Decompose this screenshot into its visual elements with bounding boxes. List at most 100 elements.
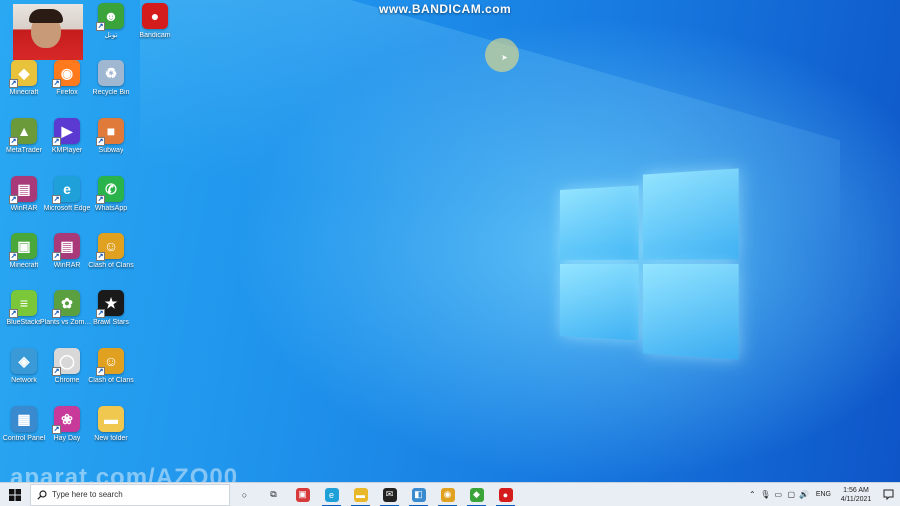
taskbar-app-button[interactable]: ▬ bbox=[346, 483, 375, 506]
app-icon: ▣ ↗ bbox=[9, 233, 37, 261]
app-icon: ✆ ↗ bbox=[96, 176, 124, 204]
desktop-icon[interactable]: ▶ ↗ KMPlayer bbox=[43, 118, 91, 172]
notification-center-button[interactable] bbox=[876, 489, 900, 500]
app-icon: ▶ ↗ bbox=[52, 118, 80, 146]
microphone-icon[interactable]: 🎙 bbox=[759, 483, 772, 506]
taskbar-search-box[interactable]: Type here to search bbox=[30, 483, 230, 506]
app-icon: ✿ ↗ bbox=[52, 290, 80, 318]
taskbar-app-icon: ● bbox=[498, 487, 513, 502]
desktop-icon[interactable]: ▤ ↗ WinRAR bbox=[43, 233, 91, 287]
taskbar-app-button[interactable]: e bbox=[317, 483, 346, 506]
desktop-icon[interactable]: ● Bandicam bbox=[131, 3, 179, 57]
clock-date: 4/11/2021 bbox=[840, 495, 872, 503]
shortcut-arrow-icon: ↗ bbox=[9, 79, 18, 88]
taskbar-app-button[interactable]: ◧ bbox=[404, 483, 433, 506]
windows-start-icon bbox=[9, 488, 21, 501]
desktop-icon[interactable]: ▣ ↗ Minecraft bbox=[0, 233, 48, 287]
shortcut-arrow-icon: ↗ bbox=[52, 137, 61, 146]
shortcut-arrow-icon: ↗ bbox=[96, 252, 105, 261]
volume-icon[interactable]: 🔊 bbox=[798, 483, 811, 506]
shortcut-arrow-icon: ↗ bbox=[52, 79, 61, 88]
desktop-icon-label: BlueStacks bbox=[6, 319, 42, 326]
app-icon: ♻ bbox=[98, 60, 124, 86]
desktop-icon[interactable]: e ↗ Microsoft Edge bbox=[43, 176, 91, 230]
bandicam-watermark: www.BANDICAM.com bbox=[379, 2, 512, 16]
search-icon bbox=[37, 489, 47, 500]
app-icon: ☻ ↗ bbox=[96, 3, 124, 31]
shortcut-arrow-icon: ↗ bbox=[96, 195, 105, 204]
desktop-icon[interactable]: ▦ Control Panel bbox=[0, 406, 48, 460]
taskbar-app-icon: ▣ bbox=[295, 487, 310, 502]
clock-time: 1:56 AM bbox=[843, 486, 869, 494]
desktop-icon[interactable]: ▬ New folder bbox=[87, 406, 135, 460]
taskbar-apps: ○ ⧉ ▣ e ▬ ✉ ◧ ◉ ◆ ● bbox=[230, 483, 520, 506]
taskbar-app-button[interactable]: ◉ bbox=[433, 483, 462, 506]
desktop-icon[interactable]: ☺ ↗ Clash of Clans bbox=[87, 348, 135, 402]
desktop-icon[interactable]: ✆ ↗ WhatsApp bbox=[87, 176, 135, 230]
taskbar-app-icon: e bbox=[324, 487, 339, 502]
clock[interactable]: 1:56 AM 4/11/2021 bbox=[836, 486, 876, 504]
search-placeholder: Type here to search bbox=[52, 490, 123, 499]
desktop-icon-label: Chrome bbox=[54, 377, 80, 384]
desktop-icon[interactable]: ❀ ↗ Hay Day bbox=[43, 406, 91, 460]
taskbar-app-button[interactable]: ⧉ bbox=[259, 483, 288, 506]
shortcut-arrow-icon: ↗ bbox=[9, 309, 18, 318]
app-icon: ◈ bbox=[11, 348, 37, 374]
shortcut-arrow-icon: ↗ bbox=[52, 195, 61, 204]
app-icon: ▬ bbox=[98, 406, 124, 432]
taskbar-app-button[interactable]: ▣ bbox=[288, 483, 317, 506]
desktop-icon-label: Microsoft Edge bbox=[43, 205, 91, 212]
desktop-icon[interactable]: ★ ↗ Brawl Stars bbox=[87, 290, 135, 344]
desktop-icon[interactable]: ▤ ↗ WinRAR bbox=[0, 176, 48, 230]
battery-icon[interactable]: ▭ bbox=[772, 483, 785, 506]
webcam-overlay bbox=[13, 4, 83, 60]
shortcut-arrow-icon: ↗ bbox=[96, 309, 105, 318]
taskbar-app-button[interactable]: ○ bbox=[230, 483, 259, 506]
network-icon[interactable]: ▢ bbox=[785, 483, 798, 506]
windows-logo bbox=[560, 168, 739, 360]
taskbar-app-icon: ◆ bbox=[469, 487, 484, 502]
desktop-icon-label: Subway bbox=[98, 147, 124, 154]
desktop-icon-label: Plants vs Zombies bbox=[40, 319, 94, 326]
logo-pane bbox=[642, 264, 739, 360]
desktop-icon[interactable]: ☻ ↗ تونل bbox=[87, 3, 135, 57]
taskbar-app-button[interactable]: ◆ bbox=[462, 483, 491, 506]
app-icon: ▲ ↗ bbox=[9, 118, 37, 146]
desktop-icon[interactable]: ≡ ↗ BlueStacks bbox=[0, 290, 48, 344]
desktop-icon[interactable]: ■ ↗ Subway bbox=[87, 118, 135, 172]
notification-icon bbox=[883, 489, 893, 500]
app-icon: ▤ ↗ bbox=[52, 233, 80, 261]
app-icon: ★ ↗ bbox=[96, 290, 124, 318]
chevron-up-icon[interactable]: ⌃ bbox=[746, 483, 759, 506]
mouse-pointer-icon: ➤ bbox=[501, 53, 508, 62]
app-icon: ≡ ↗ bbox=[9, 290, 37, 318]
taskbar: Type here to search ○ ⧉ ▣ e ▬ ✉ ◧ ◉ ◆ ● ⌃ 🎙 ▭ ▢ 🔊… bbox=[0, 482, 900, 506]
app-icon: ❀ ↗ bbox=[52, 406, 80, 434]
language-indicator[interactable]: ENG bbox=[816, 491, 831, 498]
desktop-icon[interactable]: ◈ Network bbox=[0, 348, 48, 402]
start-button[interactable] bbox=[0, 483, 30, 506]
desktop-icon-label: Clash of Clans bbox=[88, 377, 134, 384]
desktop-icon[interactable]: ♻ Recycle Bin bbox=[87, 60, 135, 114]
desktop-icon[interactable]: ✿ ↗ Plants vs Zombies bbox=[40, 290, 94, 344]
desktop-icon[interactable]: ☺ ↗ Clash of Clans bbox=[87, 233, 135, 287]
desktop-icon[interactable]: ◯ ↗ Chrome bbox=[43, 348, 91, 402]
logo-pane bbox=[560, 185, 639, 260]
taskbar-app-icon: ◧ bbox=[411, 487, 426, 502]
taskbar-app-button[interactable]: ✉ bbox=[375, 483, 404, 506]
app-icon: e ↗ bbox=[52, 176, 80, 204]
desktop-icon-label: Minecraft bbox=[9, 89, 39, 96]
desktop-icon[interactable]: ▲ ↗ MetaTrader bbox=[0, 118, 48, 172]
app-icon: ◉ ↗ bbox=[52, 60, 80, 88]
desktop-icon-label: Firefox bbox=[56, 89, 78, 96]
shortcut-arrow-icon: ↗ bbox=[9, 252, 18, 261]
shortcut-arrow-icon: ↗ bbox=[52, 309, 61, 318]
taskbar-app-icon: ⧉ bbox=[270, 489, 277, 499]
desktop-icon-label: New folder bbox=[94, 435, 128, 442]
taskbar-app-button[interactable]: ● bbox=[491, 483, 520, 506]
desktop-icon[interactable]: ◉ ↗ Firefox bbox=[43, 60, 91, 114]
webcam-hair bbox=[29, 9, 63, 23]
desktop-icon-label: Clash of Clans bbox=[88, 262, 134, 269]
desktop-icon[interactable]: ◆ ↗ Minecraft bbox=[0, 60, 48, 114]
desktop-icon-label: Brawl Stars bbox=[93, 319, 129, 326]
